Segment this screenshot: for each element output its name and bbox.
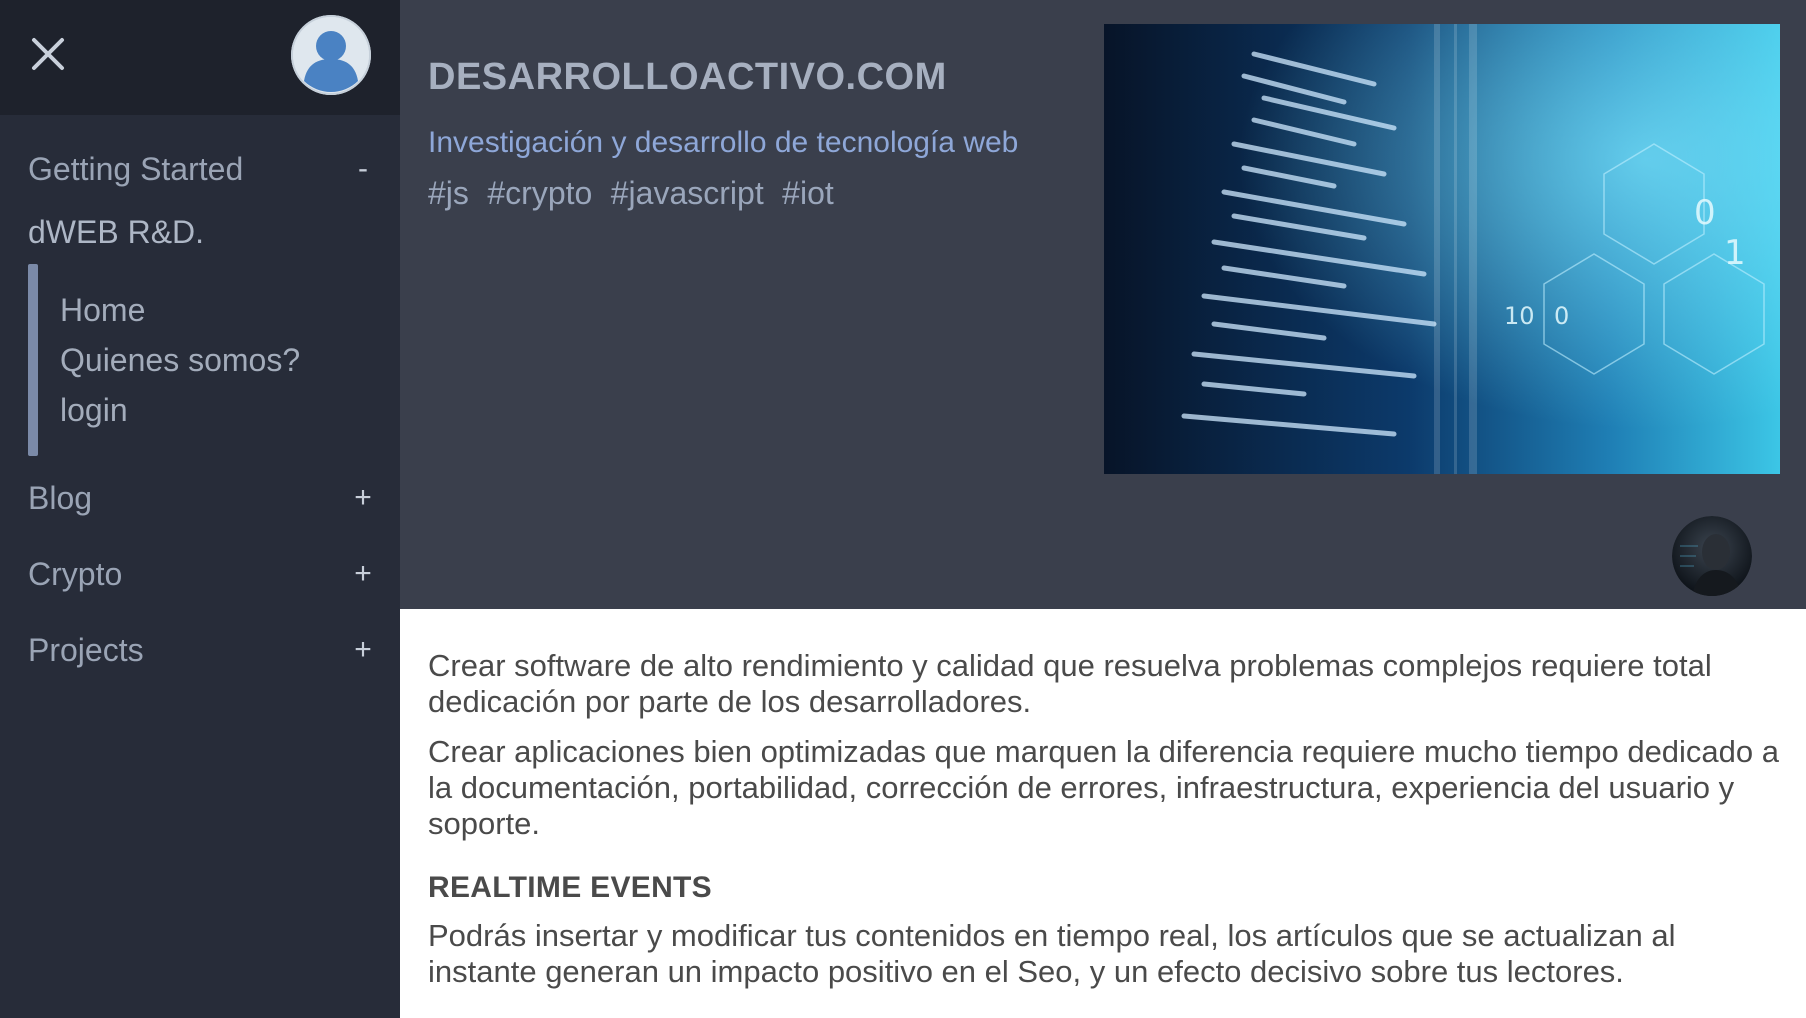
sidebar-item-label: Projects xyxy=(28,632,144,668)
body-paragraph: Podrás insertar y modificar tus contenid… xyxy=(428,918,1676,989)
expand-toggle[interactable]: + xyxy=(348,628,378,672)
body-paragraph: Crear aplicaciones bien optimizadas que … xyxy=(428,734,1780,841)
tag-js[interactable]: #js xyxy=(428,172,469,214)
tag-crypto[interactable]: #crypto xyxy=(487,172,592,214)
sidebar-item-getting-started[interactable]: Getting Started - xyxy=(28,147,378,191)
svg-text:10: 10 xyxy=(1504,302,1535,330)
sidebar-item-crypto[interactable]: Crypto + xyxy=(28,552,378,596)
sidebar-item-label: Getting Started xyxy=(28,151,244,187)
user-avatar-icon[interactable] xyxy=(291,15,371,95)
svg-text:0: 0 xyxy=(1694,193,1716,233)
tag-iot[interactable]: #iot xyxy=(782,172,834,214)
tag-list: #js #crypto #javascript #iot xyxy=(428,172,848,214)
svg-text:1: 1 xyxy=(1724,233,1746,273)
intro-paragraph: Crear software de alto rendimiento y cal… xyxy=(428,648,1712,719)
hero-image: 0 1 10 0 xyxy=(1104,24,1780,474)
sidebar-link-home[interactable]: Home xyxy=(60,288,145,332)
sidebar-item-label: Blog xyxy=(28,480,93,516)
svg-text:0: 0 xyxy=(1554,302,1569,330)
section-heading: REALTIME EVENTS xyxy=(428,871,712,904)
site-subtitle: Investigación y desarrollo de tecnología… xyxy=(428,126,1019,159)
collapse-toggle[interactable]: - xyxy=(348,147,378,191)
close-icon[interactable] xyxy=(26,32,70,76)
main-content: Crear software de alto rendimiento y cal… xyxy=(428,648,1788,1004)
expand-toggle[interactable]: + xyxy=(348,476,378,520)
section-title: dWEB R&D. xyxy=(28,214,205,250)
sidebar-link-login[interactable]: login xyxy=(60,388,128,432)
sidebar-item-projects[interactable]: Projects + xyxy=(28,628,378,672)
sidebar-link-quienes-somos[interactable]: Quienes somos? xyxy=(60,338,300,382)
sidebar-item-label: Crypto xyxy=(28,556,123,592)
sidebar-header xyxy=(0,0,400,115)
expand-toggle[interactable]: + xyxy=(348,552,378,596)
author-avatar[interactable] xyxy=(1672,516,1752,596)
sidebar: Getting Started - dWEB R&D. Home Quienes… xyxy=(0,0,400,1018)
site-title[interactable]: DESARROLLOACTIVO.COM xyxy=(428,52,947,102)
sub-menu-indicator xyxy=(28,264,38,456)
sidebar-item-blog[interactable]: Blog + xyxy=(28,476,378,520)
tag-javascript[interactable]: #javascript xyxy=(611,172,764,214)
